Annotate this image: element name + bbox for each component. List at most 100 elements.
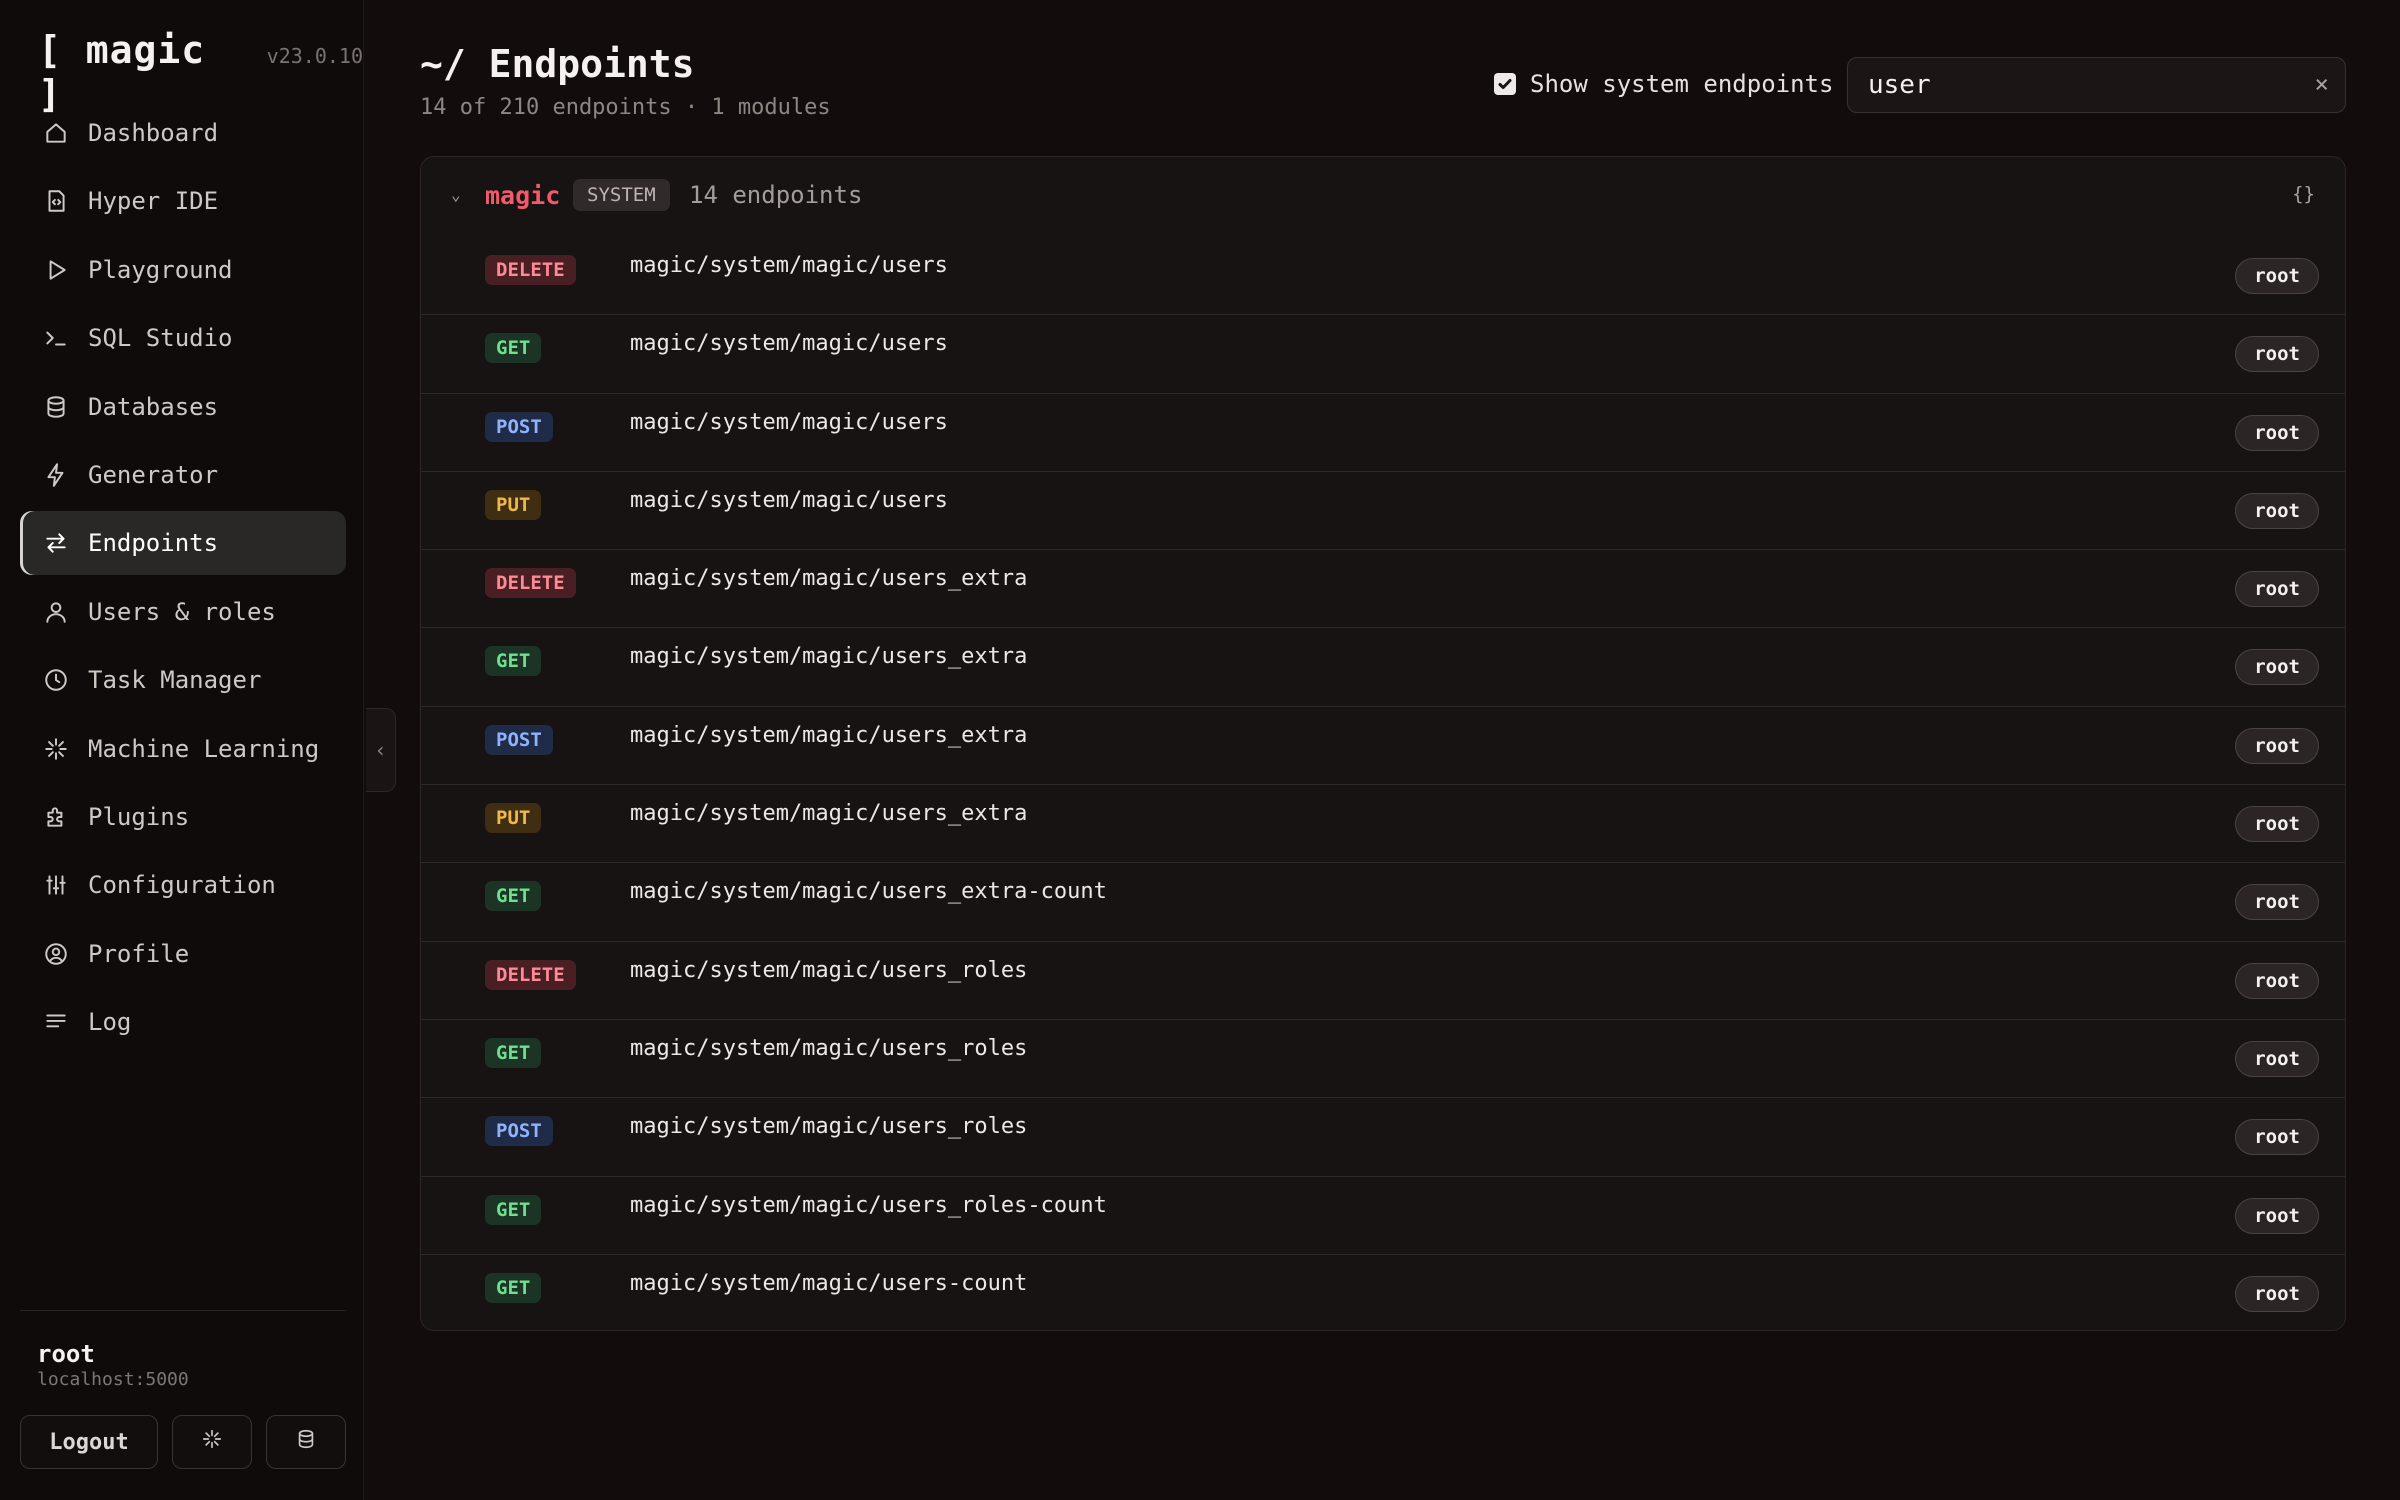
method-badge: PUT [485,803,542,834]
sidebar-item-configuration[interactable]: Configuration [20,853,346,917]
endpoint-row[interactable]: POST magic/system/magic/users_roles root [421,1098,2345,1177]
lines-icon [42,1008,70,1036]
endpoint-path: magic/system/magic/users_roles [630,1035,1028,1061]
sidebar-item-hyper-ide[interactable]: Hyper IDE [20,169,346,233]
current-host: localhost:5000 [37,1369,189,1390]
role-badge: root [2235,1275,2319,1312]
method-badge: GET [485,881,542,912]
sidebar-item-playground[interactable]: Playground [20,238,346,302]
sidebar-item-databases[interactable]: Databases [20,375,346,439]
role-badge: root [2235,336,2319,373]
method-badge: GET [485,1194,542,1225]
theme-toggle-button[interactable] [172,1415,252,1469]
lightning-icon [42,461,70,489]
sidebar-item-label: Plugins [88,802,190,831]
endpoint-path: magic/system/magic/users_extra [630,566,1028,592]
endpoint-row[interactable]: GET magic/system/magic/users root [421,315,2345,394]
sparkle-icon [201,1428,223,1456]
endpoint-row[interactable]: POST magic/system/magic/users_extra root [421,707,2345,786]
json-icon[interactable]: {} [2292,183,2315,205]
sidebar-item-label: Dashboard [88,119,219,147]
endpoint-row[interactable]: GET magic/system/magic/users-count root [421,1255,2345,1330]
terminal-icon [42,324,70,352]
method-badge: DELETE [485,568,576,599]
page-subtitle: 14 of 210 endpoints · 1 modules [420,95,831,120]
endpoint-row[interactable]: PUT magic/system/magic/users root [421,472,2345,551]
endpoint-path: magic/system/magic/users [630,487,948,513]
endpoint-count: 14 endpoints [689,181,863,209]
sidebar-item-task-manager[interactable]: Task Manager [20,648,346,712]
search-input[interactable] [1868,70,2288,100]
sidebar-item-label: Configuration [88,871,276,900]
sidebar-item-label: Playground [88,255,233,284]
code-file-icon [42,187,70,215]
sidebar-item-label: Generator [88,460,219,489]
sidebar-item-users-roles[interactable]: Users & roles [20,580,346,644]
role-badge: root [2235,962,2319,999]
show-system-toggle[interactable]: Show system endpoints [1494,70,1833,98]
user-icon [42,598,70,626]
role-badge: root [2235,884,2319,921]
method-badge: DELETE [485,255,576,285]
endpoint-row[interactable]: GET magic/system/magic/users_extra root [421,628,2345,707]
method-badge: POST [485,411,553,442]
sidebar-item-generator[interactable]: Generator [20,443,346,507]
sidebar-item-log[interactable]: Log [20,990,346,1054]
endpoint-row[interactable]: DELETE magic/system/magic/users_extra root [421,550,2345,629]
endpoint-path: magic/system/magic/users_extra-count [630,879,1107,905]
role-badge: root [2235,571,2319,608]
endpoint-row[interactable]: PUT magic/system/magic/users_extra root [421,785,2345,864]
database-button[interactable] [266,1415,346,1469]
role-badge: root [2235,727,2319,764]
sidebar-item-label: Log [88,1008,132,1037]
chevron-down-icon[interactable]: ⌄ [451,185,461,204]
sidebar-item-plugins[interactable]: Plugins [20,785,346,849]
endpoint-path: magic/system/magic/users_roles [630,1114,1028,1140]
role-badge: root [2235,806,2319,843]
sidebar-nav: Dashboard Hyper IDE Playground SQL Studio Da… [20,101,346,1058]
sidebar-item-machine-learning[interactable]: Machine Learning [20,717,346,781]
page-title: ~/ Endpoints [420,42,695,86]
module-header[interactable]: ⌄ magic SYSTEM 14 endpoints {} [421,157,2345,237]
chevron-left-icon: ‹ [374,738,387,762]
endpoint-row[interactable]: POST magic/system/magic/users root [421,394,2345,472]
user-circle-icon [42,940,70,968]
method-badge: DELETE [485,959,576,990]
role-badge: root [2235,1119,2319,1156]
play-icon [42,256,70,284]
endpoint-path: magic/system/magic/users [630,409,948,435]
sidebar-item-label: Endpoints [88,529,219,558]
sidebar-item-profile[interactable]: Profile [20,922,346,986]
endpoint-list: DELETE magic/system/magic/users root GET mag… [421,237,2345,1330]
puzzle-icon [42,803,70,831]
show-system-checkbox[interactable] [1494,73,1516,95]
endpoint-row[interactable]: GET magic/system/magic/users_extra-count r… [421,863,2345,942]
method-badge: GET [485,1037,542,1068]
system-badge: SYSTEM [573,179,670,211]
endpoint-path: magic/system/magic/users-count [630,1270,1028,1296]
logout-button[interactable]: Logout [20,1415,158,1469]
role-badge: root [2235,492,2319,529]
endpoint-path: magic/system/magic/users_roles-count [630,1192,1107,1218]
current-user-name: root [37,1340,95,1368]
sidebar: [ magic ] v23.0.10 Dashboard Hyper IDE Pla… [0,0,364,1500]
module-name: magic [485,181,561,210]
sidebar-item-label: Databases [88,392,219,421]
endpoint-row[interactable]: GET magic/system/magic/users_roles root [421,1020,2345,1099]
sidebar-item-endpoints[interactable]: Endpoints [20,511,346,576]
clear-search-icon[interactable]: × [2315,70,2329,98]
role-badge: root [2235,1040,2319,1077]
module-card: ⌄ magic SYSTEM 14 endpoints {} DELETE mag… [420,156,2346,1331]
method-badge: GET [485,646,542,677]
endpoint-path: magic/system/magic/users_extra [630,644,1028,670]
sidebar-item-dashboard[interactable]: Dashboard [20,101,346,165]
role-badge: root [2235,649,2319,686]
endpoint-row[interactable]: DELETE magic/system/magic/users_roles root [421,942,2345,1020]
search-box: × [1847,57,2346,113]
endpoint-row[interactable]: DELETE magic/system/magic/users root [421,237,2345,316]
endpoint-path: magic/system/magic/users_extra [630,722,1028,748]
endpoint-row[interactable]: GET magic/system/magic/users_roles-count r… [421,1177,2345,1255]
method-badge: POST [485,724,553,755]
sidebar-item-sql-studio[interactable]: SQL Studio [20,306,346,370]
collapse-sidebar-handle[interactable]: ‹ [366,708,396,792]
